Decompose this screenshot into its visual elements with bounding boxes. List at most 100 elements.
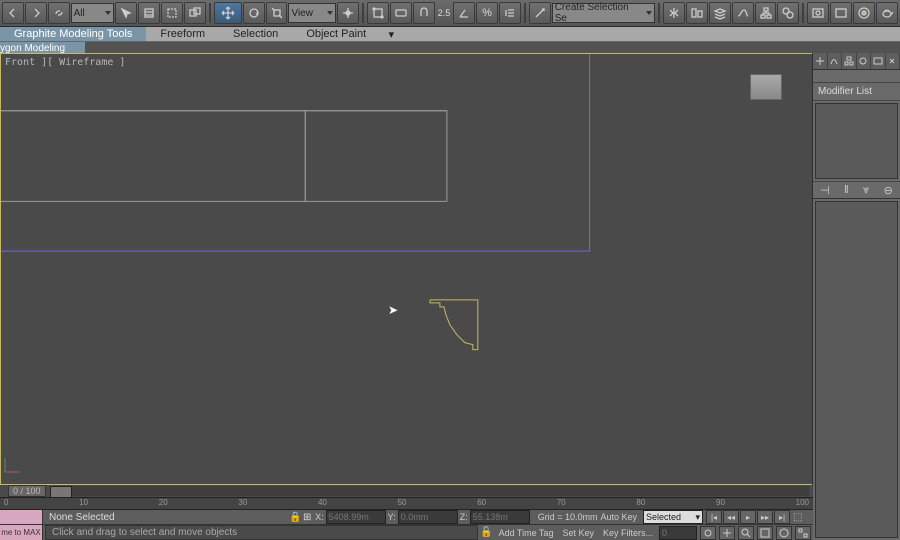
- status-line-2: me to MAX Click and drag to select and m…: [0, 525, 813, 540]
- add-time-tag-button[interactable]: Add Time Tag: [493, 528, 560, 538]
- motion-tab[interactable]: [857, 53, 872, 69]
- maximize-viewport-button[interactable]: [795, 526, 811, 540]
- autokey-button[interactable]: Auto Key: [597, 512, 640, 522]
- lock-icon[interactable]: 🔒: [289, 512, 301, 523]
- ribbon-dropdown-icon[interactable]: ▾: [386, 29, 396, 39]
- autokey-mode-label: Selected: [646, 512, 681, 522]
- viewport-geometry: [1, 54, 812, 484]
- tick: 40: [318, 498, 327, 509]
- material-button[interactable]: [777, 2, 799, 24]
- display-tab[interactable]: [871, 53, 886, 69]
- main-toolbar: All View 2.5 % Create Selection Se: [0, 0, 900, 27]
- play-button[interactable]: ▸: [740, 510, 756, 524]
- z-label: Z:: [460, 512, 468, 522]
- x-coord-input[interactable]: 5408.99m: [326, 510, 386, 524]
- modifier-stack[interactable]: [815, 103, 898, 179]
- prev-frame-button[interactable]: ◂◂: [723, 510, 739, 524]
- rollout-area[interactable]: [815, 201, 898, 538]
- grid-readout: Grid = 10.0mm: [538, 512, 598, 522]
- rotate-button[interactable]: [243, 2, 265, 24]
- viewport-label[interactable]: Front ][ Wireframe ]: [5, 57, 125, 68]
- teapot-icon[interactable]: [876, 2, 898, 24]
- move-button[interactable]: [214, 2, 242, 24]
- percent-snap-button[interactable]: %: [476, 2, 498, 24]
- selection-filter-dropdown[interactable]: All: [71, 3, 115, 23]
- zoom-button[interactable]: [738, 526, 754, 540]
- schematic-button[interactable]: [755, 2, 777, 24]
- render-frame-button[interactable]: [830, 2, 852, 24]
- select-object-button[interactable]: [115, 2, 137, 24]
- time-slider[interactable]: [50, 486, 809, 496]
- window-crossing-button[interactable]: [184, 2, 206, 24]
- snap-button[interactable]: [413, 2, 435, 24]
- align-button[interactable]: [686, 2, 708, 24]
- manipulate-button[interactable]: [367, 2, 389, 24]
- tab-graphite[interactable]: Graphite Modeling Tools: [0, 27, 146, 41]
- axis-tripod-icon: [1, 452, 25, 476]
- modifier-list-label[interactable]: Modifier List: [813, 83, 900, 101]
- tab-object-paint[interactable]: Object Paint: [292, 27, 380, 41]
- select-by-name-button[interactable]: [138, 2, 160, 24]
- maxscript-box[interactable]: [0, 510, 43, 524]
- time-config-button[interactable]: [700, 526, 716, 540]
- remove-mod-icon[interactable]: ⊖: [884, 184, 893, 197]
- track-bar: 0 / 100: [0, 485, 813, 497]
- key-filters-button[interactable]: Key Filters...: [600, 528, 656, 538]
- make-unique-icon[interactable]: ⩔: [863, 184, 869, 197]
- z-coord-input[interactable]: 55.138m: [470, 510, 530, 524]
- welcome-box: me to MAX: [0, 525, 43, 540]
- absolute-icon[interactable]: ⊞: [301, 512, 313, 523]
- command-panel-tabs: [813, 53, 900, 70]
- redo-button[interactable]: [25, 2, 47, 24]
- ref-coord-dropdown[interactable]: View: [288, 3, 336, 23]
- tick: 20: [159, 498, 168, 509]
- script-lock-icon[interactable]: 🔓: [480, 527, 492, 538]
- y-coord-input[interactable]: 0.0mm: [398, 510, 458, 524]
- tick: 60: [477, 498, 486, 509]
- goto-start-button[interactable]: |◂: [706, 510, 722, 524]
- status-line-1: None Selected 🔒 ⊞ X:5408.99m Y:0.0mm Z:5…: [0, 510, 813, 525]
- modify-tab[interactable]: [828, 53, 843, 69]
- current-frame-input[interactable]: 0: [659, 526, 697, 540]
- scale-button[interactable]: [266, 2, 288, 24]
- edit-named-sel-button[interactable]: [529, 2, 551, 24]
- setkey-button[interactable]: Set Key: [559, 528, 597, 538]
- autokey-mode-dropdown[interactable]: Selected▾: [643, 510, 703, 524]
- prompt-line: Click and drag to select and move object…: [45, 525, 478, 540]
- bottom-bar: 0 / 100 0 10 20 30 40 50 60 70 80 90 100…: [0, 485, 813, 540]
- angle-snap-button[interactable]: [453, 2, 475, 24]
- zoom-extents-button[interactable]: [757, 526, 773, 540]
- viewport-front[interactable]: Front ][ Wireframe ] ➤: [0, 53, 813, 485]
- orbit-button[interactable]: [776, 526, 792, 540]
- tick: 70: [557, 498, 566, 509]
- goto-end-button[interactable]: ▸|: [774, 510, 790, 524]
- show-result-icon[interactable]: ǁ: [844, 184, 849, 196]
- utilities-tab[interactable]: [886, 53, 900, 69]
- undo-button[interactable]: [2, 2, 24, 24]
- keyboard-shortcut-button[interactable]: [390, 2, 412, 24]
- tick: 80: [636, 498, 645, 509]
- use-pivot-button[interactable]: [337, 2, 359, 24]
- render-button[interactable]: [853, 2, 875, 24]
- tab-freeform[interactable]: Freeform: [146, 27, 219, 41]
- viewcube[interactable]: [750, 74, 782, 100]
- create-tab[interactable]: [813, 53, 828, 69]
- timeline-ruler[interactable]: 0 10 20 30 40 50 60 70 80 90 100: [0, 497, 813, 510]
- ribbon-tabs: Graphite Modeling Tools Freeform Selecti…: [0, 27, 900, 42]
- tick: 0: [4, 498, 8, 509]
- hierarchy-tab[interactable]: [842, 53, 857, 69]
- spinner-snap-button[interactable]: [499, 2, 521, 24]
- next-frame-button[interactable]: ▸▸: [757, 510, 773, 524]
- render-setup-button[interactable]: [807, 2, 829, 24]
- select-rect-button[interactable]: [161, 2, 183, 24]
- curve-editor-button[interactable]: [732, 2, 754, 24]
- pin-stack-icon[interactable]: ⊣: [820, 184, 830, 197]
- pan-button[interactable]: [719, 526, 735, 540]
- mirror-button[interactable]: [663, 2, 685, 24]
- named-selection-dropdown[interactable]: Create Selection Se: [552, 3, 655, 23]
- tab-selection[interactable]: Selection: [219, 27, 292, 41]
- key-mode-button[interactable]: ⬚: [793, 512, 811, 523]
- link-button[interactable]: [48, 2, 70, 24]
- layers-button[interactable]: [709, 2, 731, 24]
- tick: 90: [716, 498, 725, 509]
